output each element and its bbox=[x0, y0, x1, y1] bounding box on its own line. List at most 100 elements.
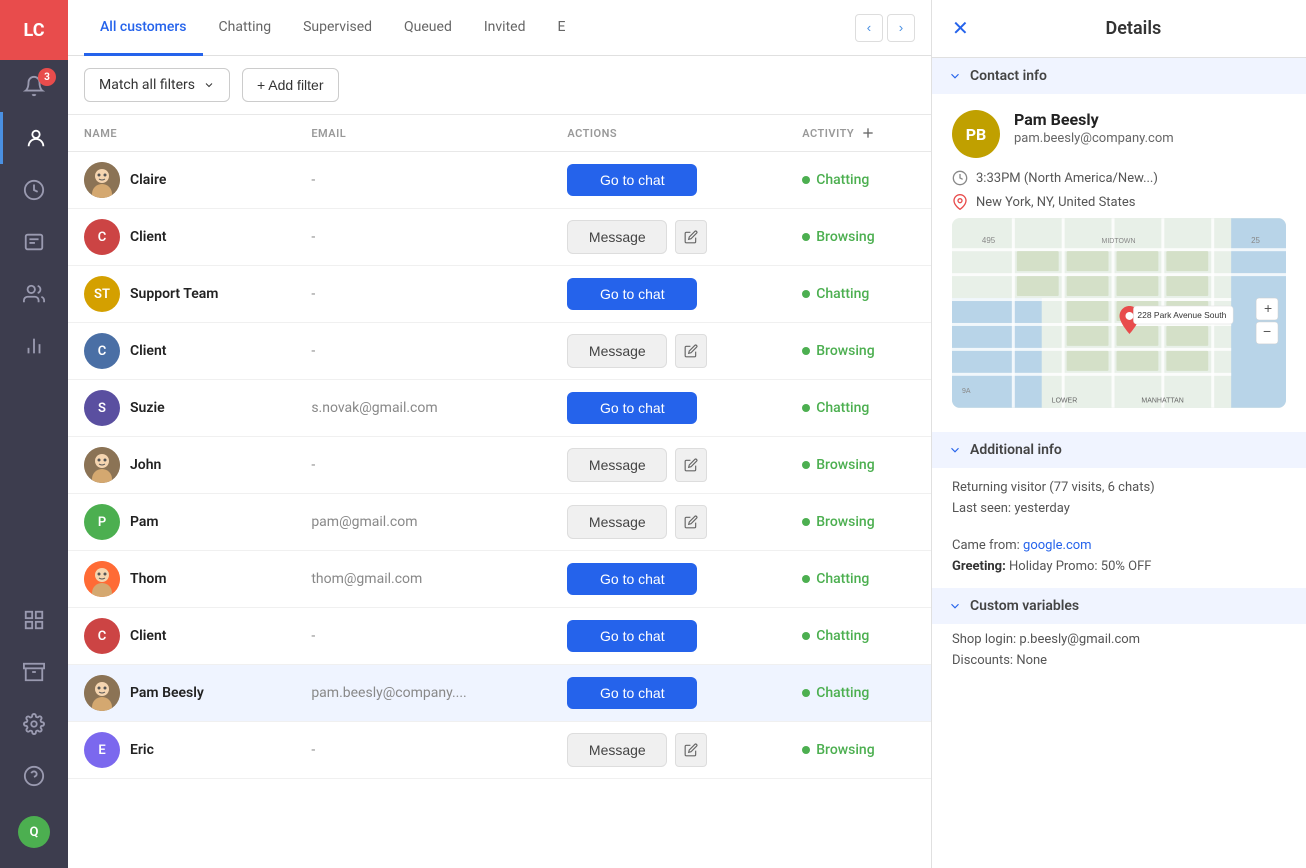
go-to-chat-button[interactable]: Go to chat bbox=[567, 677, 697, 709]
sidebar-icon-help[interactable] bbox=[0, 750, 68, 802]
edit-chat-button[interactable] bbox=[675, 733, 707, 767]
clock-icon bbox=[952, 170, 968, 186]
table-row[interactable]: C Client - Message Browsing bbox=[68, 323, 931, 380]
chevron-down-icon-2 bbox=[948, 443, 962, 457]
table-row[interactable]: C Client - Message Browsing bbox=[68, 209, 931, 266]
customer-action-cell: Go to chat bbox=[551, 266, 786, 323]
contact-location: New York, NY, United States bbox=[976, 195, 1135, 210]
customer-name-cell: ST Support Team bbox=[68, 266, 295, 323]
col-header-name: NAME bbox=[68, 115, 295, 152]
go-to-chat-button[interactable]: Go to chat bbox=[567, 563, 697, 595]
customer-action-cell: Go to chat bbox=[551, 380, 786, 437]
sidebar-icon-apps[interactable] bbox=[0, 594, 68, 646]
svg-text:228 Park Avenue South: 228 Park Avenue South bbox=[1137, 310, 1226, 320]
add-filter-button[interactable]: + Add filter bbox=[242, 68, 339, 102]
additional-info-section-header[interactable]: Additional info bbox=[932, 432, 1306, 468]
go-to-chat-button[interactable]: Go to chat bbox=[567, 164, 697, 196]
message-button[interactable]: Message bbox=[567, 220, 667, 254]
customer-email-cell: - bbox=[295, 722, 551, 779]
add-column-icon[interactable] bbox=[860, 125, 876, 141]
customer-name-cell: John bbox=[68, 437, 295, 494]
customer-email-cell: s.novak@gmail.com bbox=[295, 380, 551, 437]
customer-name-cell: C Client bbox=[68, 608, 295, 665]
table-row[interactable]: P Pam pam@gmail.com Message Browsing bbox=[68, 494, 931, 551]
edit-chat-button[interactable] bbox=[675, 448, 707, 482]
contact-info-section-header[interactable]: Contact info bbox=[932, 58, 1306, 94]
customer-email-cell: - bbox=[295, 323, 551, 380]
customer-name-cell: P Pam bbox=[68, 494, 295, 551]
message-button[interactable]: Message bbox=[567, 334, 667, 368]
tab-chatting[interactable]: Chatting bbox=[203, 0, 288, 56]
contact-time: 3:33PM (North America/New...) bbox=[976, 171, 1158, 186]
table-row[interactable]: ST Support Team - Go to chat Chatting bbox=[68, 266, 931, 323]
custom-variables-label: Custom variables bbox=[970, 598, 1079, 614]
go-to-chat-button[interactable]: Go to chat bbox=[567, 392, 697, 424]
tab-next-button[interactable]: › bbox=[887, 14, 915, 42]
sidebar-icon-archive[interactable] bbox=[0, 646, 68, 698]
came-from-link[interactable]: google.com bbox=[1023, 538, 1092, 553]
close-panel-button[interactable]: ✕ bbox=[952, 16, 969, 41]
customer-activity-cell: Browsing bbox=[786, 494, 931, 551]
table-row[interactable]: Thom thom@gmail.com Go to chat Chatting bbox=[68, 551, 931, 608]
sidebar: LC 3 Q bbox=[0, 0, 68, 868]
came-from-row: Came from: google.com bbox=[952, 538, 1286, 553]
edit-chat-button[interactable] bbox=[675, 505, 707, 539]
customer-action-cell: Go to chat bbox=[551, 608, 786, 665]
customer-activity-cell: Chatting bbox=[786, 152, 931, 209]
tab-prev-button[interactable]: ‹ bbox=[855, 14, 883, 42]
tab-all-customers[interactable]: All customers bbox=[84, 0, 203, 56]
customer-activity-cell: Chatting bbox=[786, 551, 931, 608]
customer-name-cell: Claire bbox=[68, 152, 295, 209]
sidebar-icon-notifications[interactable]: 3 bbox=[0, 60, 68, 112]
match-filter-dropdown[interactable]: Match all filters bbox=[84, 68, 230, 102]
custom-variables-section-header[interactable]: Custom variables bbox=[932, 588, 1306, 624]
contact-info-label: Contact info bbox=[970, 68, 1047, 84]
sidebar-icon-team[interactable] bbox=[0, 268, 68, 320]
greeting-row: Greeting: Holiday Promo: 50% OFF bbox=[952, 559, 1286, 574]
message-button[interactable]: Message bbox=[567, 733, 667, 767]
tab-e[interactable]: E bbox=[541, 0, 581, 56]
customer-name-cell: Thom bbox=[68, 551, 295, 608]
customer-email-cell: thom@gmail.com bbox=[295, 551, 551, 608]
customer-action-cell: Message bbox=[551, 209, 786, 266]
discounts-row: Discounts: None bbox=[952, 653, 1286, 668]
customer-action-cell: Message bbox=[551, 437, 786, 494]
contact-location-row: New York, NY, United States bbox=[952, 194, 1286, 210]
table-row[interactable]: Pam Beesly pam.beesly@company.... Go to … bbox=[68, 665, 931, 722]
tab-queued[interactable]: Queued bbox=[388, 0, 468, 56]
edit-chat-button[interactable] bbox=[675, 220, 707, 254]
customer-email-cell: pam@gmail.com bbox=[295, 494, 551, 551]
panel-title: Details bbox=[981, 18, 1286, 39]
message-button[interactable]: Message bbox=[567, 448, 667, 482]
contact-avatar: PB bbox=[952, 110, 1000, 158]
customer-action-cell: Message bbox=[551, 722, 786, 779]
customer-name-cell: S Suzie bbox=[68, 380, 295, 437]
svg-text:MANHATTAN: MANHATTAN bbox=[1141, 398, 1183, 405]
svg-text:495: 495 bbox=[982, 236, 996, 245]
sidebar-icon-customers[interactable] bbox=[0, 112, 68, 164]
notification-badge: 3 bbox=[38, 68, 56, 86]
message-button[interactable]: Message bbox=[567, 505, 667, 539]
table-row[interactable]: S Suzie s.novak@gmail.com Go to chat Cha… bbox=[68, 380, 931, 437]
table-row[interactable]: C Client - Go to chat Chatting bbox=[68, 608, 931, 665]
edit-chat-button[interactable] bbox=[675, 334, 707, 368]
table-row[interactable]: Claire - Go to chat Chatting bbox=[68, 152, 931, 209]
panel-header: ✕ Details bbox=[932, 0, 1306, 58]
go-to-chat-button[interactable]: Go to chat bbox=[567, 620, 697, 652]
contact-name: Pam Beesly bbox=[1014, 110, 1174, 129]
tab-supervised[interactable]: Supervised bbox=[287, 0, 388, 56]
table-row[interactable]: John - Message Browsing bbox=[68, 437, 931, 494]
customer-email-cell: - bbox=[295, 608, 551, 665]
additional-info-content: Returning visitor (77 visits, 6 chats) L… bbox=[932, 468, 1306, 588]
table-row[interactable]: E Eric - Message Browsing bbox=[68, 722, 931, 779]
chevron-down-icon-3 bbox=[948, 599, 962, 613]
shop-login-row: Shop login: p.beesly@gmail.com bbox=[952, 632, 1286, 647]
sidebar-icon-history[interactable] bbox=[0, 164, 68, 216]
sidebar-icon-user-profile[interactable]: Q bbox=[0, 806, 68, 858]
sidebar-icon-reports[interactable] bbox=[0, 320, 68, 372]
sidebar-icon-settings[interactable] bbox=[0, 698, 68, 750]
go-to-chat-button[interactable]: Go to chat bbox=[567, 278, 697, 310]
sidebar-icon-tickets[interactable] bbox=[0, 216, 68, 268]
svg-text:9A: 9A bbox=[962, 388, 971, 395]
tab-invited[interactable]: Invited bbox=[468, 0, 542, 56]
